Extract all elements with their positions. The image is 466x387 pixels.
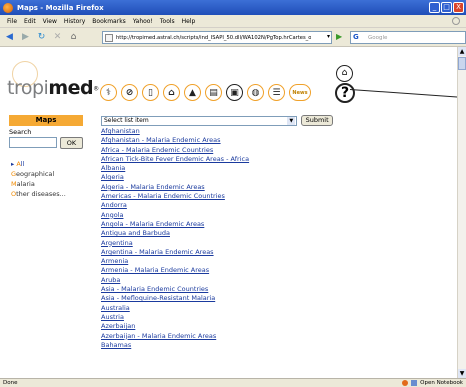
menu-history[interactable]: History	[64, 18, 85, 25]
reload-icon[interactable]: ↻	[35, 31, 48, 44]
logo-registered-mark: ®	[93, 85, 100, 93]
list-item[interactable]: Algeria	[101, 173, 333, 182]
google-icon[interactable]: G	[353, 33, 362, 42]
minimize-button[interactable]: _	[429, 2, 440, 13]
list-item[interactable]: Antigua and Barbuda	[101, 229, 333, 238]
security-icon	[402, 380, 409, 386]
sidebar-item-other-diseases[interactable]: Other diseases...	[9, 189, 83, 199]
open-notebook-label[interactable]: Open Notebook	[420, 379, 463, 387]
sidebar: Maps Search OK All Geographical Malaria …	[9, 115, 83, 199]
menu-yahoo[interactable]: Yahoo!	[133, 18, 153, 25]
scroll-down-icon[interactable]: ▼	[458, 369, 466, 378]
list-icon[interactable]: ☰	[268, 84, 285, 101]
sidebar-item-geographical[interactable]: Geographical	[9, 169, 83, 179]
menu-help[interactable]: Help	[182, 18, 196, 25]
back-icon[interactable]: ◀	[3, 31, 16, 44]
sidebar-title: Maps	[9, 115, 83, 126]
list-item[interactable]: Angola	[101, 211, 333, 220]
tropimed-logo[interactable]: tropimed®	[7, 77, 99, 99]
submit-button[interactable]: Submit	[301, 115, 333, 126]
vertical-scrollbar[interactable]: ▲ ▼	[457, 47, 466, 378]
maximize-button[interactable]: □	[441, 2, 452, 13]
search-placeholder: Google	[368, 34, 388, 41]
news-icon[interactable]: News	[289, 84, 311, 101]
list-item[interactable]: African Tick-Bite Fever Endemic Areas - …	[101, 155, 333, 164]
menu-view[interactable]: View	[43, 18, 57, 25]
list-item[interactable]: Angola - Malaria Endemic Areas	[101, 220, 333, 229]
list-item[interactable]: Bahamas	[101, 341, 333, 350]
list-item[interactable]: Americas - Malaria Endemic Countries	[101, 192, 333, 201]
close-button[interactable]: X	[453, 2, 464, 13]
home-icon[interactable]: ⌂	[67, 31, 80, 44]
select-value: Select list item	[104, 116, 149, 124]
home-page-icon[interactable]: ⌂	[336, 65, 353, 82]
notebook-icon[interactable]	[411, 380, 418, 386]
list-item[interactable]: Asia - Malaria Endemic Countries	[101, 285, 333, 294]
no-entry-icon[interactable]: ⊘	[121, 84, 138, 101]
connector-line	[349, 89, 457, 98]
status-text: Done	[3, 380, 18, 386]
search-input[interactable]	[9, 137, 57, 148]
menu-edit[interactable]: Edit	[24, 18, 36, 25]
page-content: tropimed® ⚕ ⊘ ▯ ⌂ ▲ ▤ ▣ ◍ ☰ News ⌂ ? Map…	[0, 47, 457, 378]
stop-icon[interactable]: ✕	[51, 31, 64, 44]
list-item[interactable]: Australia	[101, 304, 333, 313]
chevron-down-icon[interactable]: ▼	[287, 116, 296, 125]
map-list: Afghanistan Afghanistan - Malaria Endemi…	[101, 127, 333, 350]
list-item[interactable]: Andorra	[101, 201, 333, 210]
scroll-up-icon[interactable]: ▲	[458, 47, 466, 56]
list-item[interactable]: Azerbaijan - Malaria Endemic Areas	[101, 332, 333, 341]
window-titlebar: Maps - Mozilla Firefox _ □ X	[0, 0, 466, 15]
mountain-icon[interactable]: ▲	[184, 84, 201, 101]
menu-bookmarks[interactable]: Bookmarks	[92, 18, 126, 25]
url-bar[interactable]: http://tropimed.astral.ch/scripts/ind_IS…	[102, 31, 332, 44]
firefox-icon	[3, 2, 13, 13]
list-item[interactable]: Aruba	[101, 276, 333, 285]
map-icon[interactable]: ▣	[226, 84, 243, 101]
main-content: Select list item ▼ Submit Afghanistan Af…	[101, 115, 333, 350]
menu-bar: File Edit View History Bookmarks Yahoo! …	[0, 15, 466, 28]
status-bar: Done Open Notebook	[0, 378, 466, 387]
logo-text-bold: med	[48, 77, 94, 99]
list-item[interactable]: Afghanistan	[101, 127, 333, 136]
building-icon[interactable]: ⌂	[163, 84, 180, 101]
list-item[interactable]: Armenia - Malaria Endemic Areas	[101, 266, 333, 275]
list-item[interactable]: Albania	[101, 164, 333, 173]
menu-tools[interactable]: Tools	[160, 18, 175, 25]
map-select[interactable]: Select list item ▼	[101, 115, 298, 126]
menu-file[interactable]: File	[7, 18, 17, 25]
throbber-icon	[452, 17, 460, 25]
url-text: http://tropimed.astral.ch/scripts/ind_IS…	[116, 34, 311, 41]
scroll-thumb[interactable]	[458, 57, 466, 70]
sidebar-item-all[interactable]: All	[9, 159, 83, 169]
list-item[interactable]: Algeria - Malaria Endemic Areas	[101, 183, 333, 192]
go-icon[interactable]: ▶	[336, 32, 346, 43]
list-item[interactable]: Africa - Malaria Endemic Countries	[101, 146, 333, 155]
sidebar-item-malaria[interactable]: Malaria	[9, 179, 83, 189]
document-icon[interactable]: ▯	[142, 84, 159, 101]
list-item[interactable]: Austria	[101, 313, 333, 322]
hospital-icon[interactable]: ⚕	[100, 84, 117, 101]
list-item[interactable]: Afghanistan - Malaria Endemic Areas	[101, 136, 333, 145]
list-item[interactable]: Argentina	[101, 239, 333, 248]
forward-icon[interactable]: ▶	[19, 31, 32, 44]
search-bar[interactable]: G Google	[350, 31, 466, 44]
list-item[interactable]: Armenia	[101, 257, 333, 266]
logo-text-light: tropi	[7, 77, 49, 99]
navigation-toolbar: ◀ ▶ ↻ ✕ ⌂ http://tropimed.astral.ch/scri…	[0, 28, 466, 47]
chevron-down-icon[interactable]: ▾	[327, 33, 330, 40]
list-item[interactable]: Argentina - Malaria Endemic Areas	[101, 248, 333, 257]
search-label: Search	[9, 128, 32, 136]
top-icon-row: ⚕ ⊘ ▯ ⌂ ▲ ▤ ▣ ◍ ☰ News	[100, 84, 311, 102]
page-icon	[105, 33, 113, 42]
list-item[interactable]: Asia - Mefloquine-Resistant Malaria	[101, 294, 333, 303]
sidebar-links: All Geographical Malaria Other diseases.…	[9, 159, 83, 199]
list-item[interactable]: Azerbaijan	[101, 322, 333, 331]
globe-icon[interactable]: ◍	[247, 84, 264, 101]
window-title: Maps - Mozilla Firefox	[17, 3, 104, 12]
clipboard-icon[interactable]: ▤	[205, 84, 222, 101]
ok-button[interactable]: OK	[60, 137, 83, 149]
help-icon[interactable]: ?	[335, 83, 355, 103]
